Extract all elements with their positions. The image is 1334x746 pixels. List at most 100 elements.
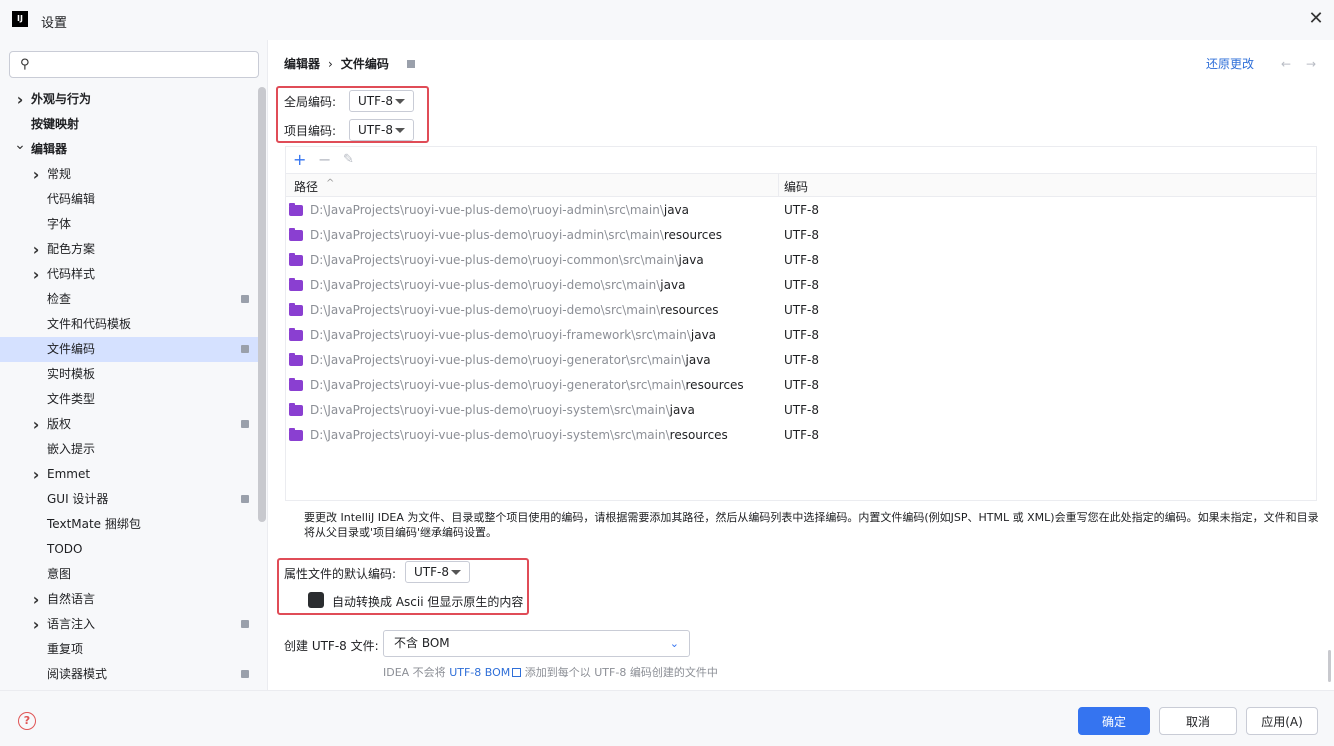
- row-encoding[interactable]: UTF-8: [784, 423, 819, 448]
- table-row[interactable]: D:\JavaProjects\ruoyi-vue-plus-demo\ruoy…: [286, 248, 1316, 273]
- sidebar-item[interactable]: ⌄ 编辑器: [0, 137, 258, 162]
- breadcrumb-parent[interactable]: 编辑器: [284, 57, 320, 71]
- table-row[interactable]: D:\JavaProjects\ruoyi-vue-plus-demo\ruoy…: [286, 323, 1316, 348]
- row-encoding[interactable]: UTF-8: [784, 273, 819, 298]
- help-icon[interactable]: ?: [18, 712, 36, 730]
- window-title: 设置: [41, 16, 68, 31]
- sidebar-item[interactable]: › 配色方案: [0, 237, 258, 262]
- source-folder-icon: [289, 253, 303, 266]
- row-encoding[interactable]: UTF-8: [784, 348, 819, 373]
- sidebar-item[interactable]: › 外观与行为: [0, 87, 258, 112]
- sidebar-item-label: 意图: [47, 567, 72, 581]
- utf8-bom-link[interactable]: UTF-8 BOM: [449, 666, 522, 679]
- native-to-ascii-label[interactable]: 自动转换成 Ascii 但显示原生的内容: [332, 593, 523, 610]
- row-encoding[interactable]: UTF-8: [784, 248, 819, 273]
- chevron-down-icon[interactable]: ⌄: [14, 133, 26, 158]
- dropdown-arrow-icon: [395, 128, 405, 133]
- intellij-app-icon: IJ: [12, 11, 28, 27]
- row-encoding[interactable]: UTF-8: [784, 198, 819, 223]
- sidebar-item[interactable]: 代码编辑: [0, 187, 258, 212]
- sidebar-item-label: 文件和代码模板: [47, 317, 132, 331]
- column-header-encoding[interactable]: 编码: [784, 178, 808, 195]
- row-encoding[interactable]: UTF-8: [784, 323, 819, 348]
- sidebar-item[interactable]: › 代码样式: [0, 262, 258, 287]
- chevron-right-icon[interactable]: ›: [30, 587, 42, 612]
- sidebar-item[interactable]: TextMate 捆绑包: [0, 512, 258, 537]
- sidebar-item-label: 实时模板: [47, 367, 96, 381]
- chevron-right-icon[interactable]: ›: [30, 412, 42, 437]
- sidebar-item[interactable]: 嵌入提示: [0, 437, 258, 462]
- row-encoding[interactable]: UTF-8: [784, 373, 819, 398]
- chevron-right-icon[interactable]: ›: [30, 237, 42, 262]
- source-folder-icon: [289, 378, 303, 391]
- row-path-prefix: D:\JavaProjects\ruoyi-vue-plus-demo\ruoy…: [310, 428, 670, 442]
- global-encoding-value: UTF-8: [358, 94, 393, 108]
- sidebar-item[interactable]: › 语言注入: [0, 612, 258, 637]
- global-encoding-select[interactable]: UTF-8: [349, 90, 414, 112]
- table-row[interactable]: D:\JavaProjects\ruoyi-vue-plus-demo\ruoy…: [286, 198, 1316, 223]
- table-row[interactable]: D:\JavaProjects\ruoyi-vue-plus-demo\ruoy…: [286, 423, 1316, 448]
- table-row[interactable]: D:\JavaProjects\ruoyi-vue-plus-demo\ruoy…: [286, 373, 1316, 398]
- column-divider[interactable]: [778, 174, 779, 196]
- chevron-right-icon[interactable]: ›: [30, 162, 42, 187]
- add-icon[interactable]: +: [293, 150, 306, 169]
- bom-select[interactable]: 不含 BOM ⌄: [383, 630, 690, 657]
- sidebar-item[interactable]: 阅读器模式: [0, 662, 258, 687]
- close-icon[interactable]: ✕: [1306, 9, 1326, 29]
- ok-button[interactable]: 确定: [1078, 707, 1150, 735]
- native-to-ascii-checkbox[interactable]: [308, 592, 324, 608]
- apply-button[interactable]: 应用(A): [1246, 707, 1318, 735]
- chevron-right-icon[interactable]: ›: [30, 462, 42, 487]
- row-encoding[interactable]: UTF-8: [784, 223, 819, 248]
- source-folder-icon: [289, 303, 303, 316]
- sidebar-item[interactable]: 实时模板: [0, 362, 258, 387]
- cancel-button[interactable]: 取消: [1159, 707, 1237, 735]
- sidebar-item-label: TODO: [47, 542, 83, 556]
- sidebar-item[interactable]: 检查: [0, 287, 258, 312]
- row-encoding[interactable]: UTF-8: [784, 298, 819, 323]
- main-scrollbar[interactable]: [1328, 650, 1331, 682]
- sidebar-item[interactable]: TODO: [0, 537, 258, 562]
- row-path-leaf: resources: [669, 428, 728, 442]
- sidebar-item[interactable]: 重复项: [0, 637, 258, 662]
- sidebar-item-label: 字体: [47, 217, 72, 231]
- chevron-right-icon[interactable]: ›: [30, 262, 42, 287]
- chevron-right-icon[interactable]: ›: [30, 612, 42, 637]
- sidebar-item[interactable]: 文件和代码模板: [0, 312, 258, 337]
- sidebar-item[interactable]: 字体: [0, 212, 258, 237]
- sidebar-item[interactable]: 文件编码: [0, 337, 258, 362]
- back-arrow-icon[interactable]: ←: [1281, 57, 1291, 71]
- row-path: D:\JavaProjects\ruoyi-vue-plus-demo\ruoy…: [310, 373, 744, 398]
- forward-arrow-icon[interactable]: →: [1306, 57, 1316, 71]
- table-row[interactable]: D:\JavaProjects\ruoyi-vue-plus-demo\ruoy…: [286, 398, 1316, 423]
- row-path: D:\JavaProjects\ruoyi-vue-plus-demo\ruoy…: [310, 423, 728, 448]
- sidebar-item[interactable]: 意图: [0, 562, 258, 587]
- sidebar-item[interactable]: › 常规: [0, 162, 258, 187]
- table-row[interactable]: D:\JavaProjects\ruoyi-vue-plus-demo\ruoy…: [286, 298, 1316, 323]
- sidebar-item-label: 嵌入提示: [47, 442, 96, 456]
- column-header-path[interactable]: 路径: [294, 178, 318, 195]
- sidebar-item[interactable]: › 自然语言: [0, 587, 258, 612]
- table-row[interactable]: D:\JavaProjects\ruoyi-vue-plus-demo\ruoy…: [286, 223, 1316, 248]
- settings-search[interactable]: ⚲: [9, 51, 259, 78]
- table-row[interactable]: D:\JavaProjects\ruoyi-vue-plus-demo\ruoy…: [286, 348, 1316, 373]
- utf8-bom-link-text[interactable]: UTF-8 BOM: [449, 666, 510, 679]
- sidebar-item[interactable]: 按键映射: [0, 112, 258, 137]
- project-encoding-select[interactable]: UTF-8: [349, 119, 414, 141]
- search-input[interactable]: [38, 55, 253, 74]
- table-row[interactable]: D:\JavaProjects\ruoyi-vue-plus-demo\ruoy…: [286, 273, 1316, 298]
- chevron-down-icon: ⌄: [669, 637, 679, 650]
- row-encoding[interactable]: UTF-8: [784, 398, 819, 423]
- revert-changes-link[interactable]: 还原更改: [1206, 55, 1254, 72]
- sidebar-item[interactable]: › 版权: [0, 412, 258, 437]
- row-path: D:\JavaProjects\ruoyi-vue-plus-demo\ruoy…: [310, 198, 689, 223]
- sidebar-item[interactable]: 文件类型: [0, 387, 258, 412]
- sidebar-item[interactable]: GUI 设计器: [0, 487, 258, 512]
- properties-encoding-select[interactable]: UTF-8: [405, 561, 470, 583]
- sidebar-item[interactable]: › Emmet: [0, 462, 258, 487]
- remove-icon[interactable]: −: [318, 150, 331, 169]
- edit-icon[interactable]: ✎: [343, 152, 354, 167]
- sidebar-scrollbar[interactable]: [258, 87, 266, 522]
- source-folder-icon: [289, 203, 303, 216]
- chevron-right-icon[interactable]: ›: [14, 87, 26, 112]
